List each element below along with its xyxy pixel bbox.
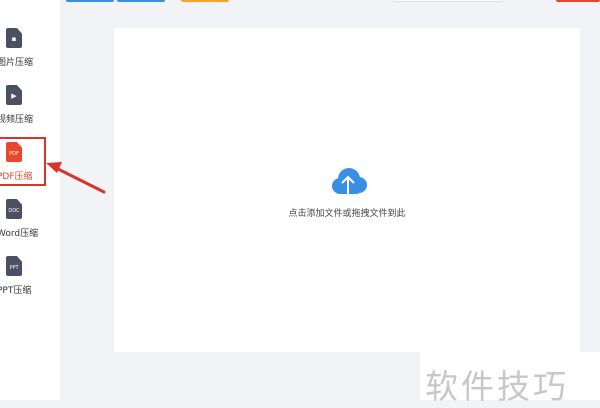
toolbar-button-1[interactable] [66, 0, 114, 2]
toolbar-button-2[interactable] [117, 0, 165, 2]
doc-file-icon: DOC [6, 199, 22, 219]
toolbar-button-3[interactable] [181, 0, 229, 2]
highlight-box [0, 137, 46, 186]
sidebar-item-label: Word压缩 [0, 229, 39, 239]
sidebar-item-label: 视频压缩 [0, 115, 34, 125]
sidebar-item-label: 图片压缩 [0, 58, 34, 68]
sidebar-item-video[interactable]: ▶ 视频压缩 [0, 85, 60, 135]
sidebar-item-word[interactable]: DOC Word压缩 [0, 199, 60, 249]
sidebar-item-label: PPT压缩 [0, 286, 32, 296]
sidebar-item-ppt[interactable]: PPT PPT压缩 [0, 256, 60, 306]
toolbar-button-4[interactable] [556, 0, 600, 2]
ppt-file-icon: PPT [6, 256, 22, 276]
image-file-icon: ▪ [6, 28, 22, 48]
sidebar-item-image[interactable]: ▪ 图片压缩 [0, 28, 60, 78]
video-file-icon: ▶ [6, 85, 22, 105]
upload-hint-text: 点击添加文件或拖拽文件到此 [288, 209, 406, 219]
sidebar: ▪ 图片压缩 ▶ 视频压缩 PDF PDF压缩 DOC Word压缩 PPT P… [0, 0, 60, 400]
watermark-text: 软件技巧 [425, 367, 569, 406]
cloud-upload-icon[interactable] [326, 163, 370, 203]
upload-drop-zone[interactable]: 点击添加文件或拖拽文件到此 [114, 28, 580, 352]
output-path-field[interactable] [393, 0, 503, 2]
